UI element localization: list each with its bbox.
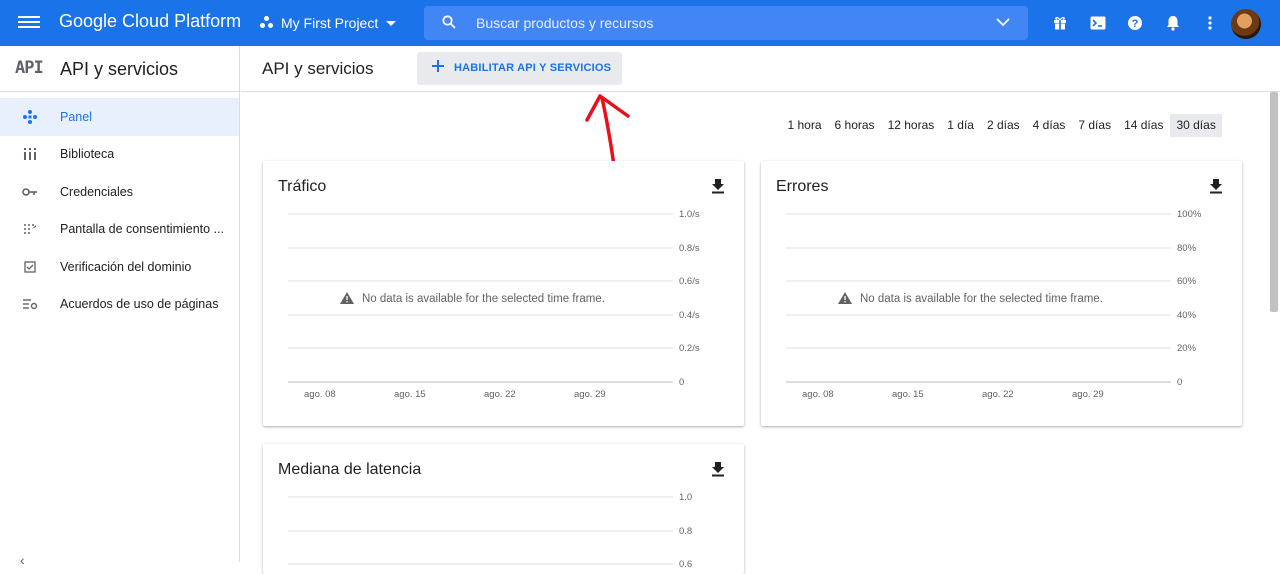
- sidebar-item-panel[interactable]: Panel: [0, 98, 239, 136]
- y-tick-label: 100%: [1177, 209, 1202, 220]
- search-input[interactable]: [476, 13, 976, 33]
- caret-down-icon: [386, 20, 397, 26]
- y-tick-label: 1.0: [679, 492, 692, 503]
- y-tick-label: 0: [1177, 377, 1182, 388]
- traffic-chart: 1.0/s 0.8/s 0.6/s 0.4/s 0.2/s 0 ago. 08 …: [288, 209, 700, 400]
- y-tick-label: 20%: [1177, 343, 1197, 354]
- chevron-down-icon[interactable]: [996, 17, 1010, 27]
- errors-chart: 100% 80% 60% 40% 20% 0 ago. 08 ago. 15 a…: [786, 209, 1202, 400]
- grid-lines: [288, 496, 673, 565]
- range-4-dias[interactable]: 4 días: [1026, 114, 1072, 137]
- range-2-dias[interactable]: 2 días: [980, 114, 1026, 137]
- help-icon[interactable]: ?: [1123, 11, 1147, 35]
- sidebar-item-label: Acuerdos de uso de páginas: [60, 297, 219, 312]
- y-tick-label: 80%: [1177, 243, 1197, 254]
- y-tick-label: 0.8: [679, 526, 692, 537]
- range-1-hora[interactable]: 1 hora: [781, 114, 828, 137]
- gift-icon[interactable]: [1048, 11, 1072, 35]
- verify-icon: [22, 259, 38, 275]
- y-tick-label: 0.6/s: [679, 276, 700, 287]
- sidebar-item-credenciales[interactable]: Credenciales: [0, 173, 239, 211]
- range-6-horas[interactable]: 6 horas: [828, 114, 881, 137]
- range-1-dia[interactable]: 1 día: [941, 114, 981, 137]
- enable-apis-label: HABILITAR API Y SERVICIOS: [454, 62, 612, 74]
- x-tick-label: ago. 08: [802, 389, 834, 400]
- project-name: My First Project: [281, 15, 379, 31]
- key-icon: [22, 184, 38, 200]
- sidebar-item-consentimiento[interactable]: Pantalla de consentimiento ...: [0, 211, 239, 249]
- no-data-message: No data is available for the selected ti…: [860, 293, 1103, 305]
- dashboard-icon: [22, 109, 38, 125]
- sidebar-item-verificacion[interactable]: Verificación del dominio: [0, 248, 239, 286]
- y-tick-label: 1.0/s: [679, 209, 700, 220]
- x-tick-label: ago. 15: [394, 389, 426, 400]
- y-tick-label: 0.4/s: [679, 310, 700, 321]
- collapse-sidebar-icon[interactable]: ‹: [20, 552, 25, 568]
- api-logo: API: [15, 58, 44, 78]
- latency-card: Mediana de latencia 1.0 0.8 0.6: [263, 444, 744, 574]
- x-tick-label: ago. 08: [304, 389, 336, 400]
- more-vert-icon[interactable]: [1198, 11, 1222, 35]
- range-7-dias[interactable]: 7 días: [1072, 114, 1118, 137]
- sidebar-title: API y servicios: [60, 59, 179, 79]
- sidebar-nav: Panel Biblioteca Credenciales Pantalla d…: [0, 98, 239, 323]
- notifications-icon[interactable]: [1161, 11, 1185, 35]
- sidebar-item-label: Credenciales: [60, 184, 133, 199]
- top-bar: Google Cloud Platform My First Project ?: [0, 0, 1280, 46]
- no-data-message: No data is available for the selected ti…: [362, 293, 605, 305]
- y-tick-label: 0.2/s: [679, 343, 700, 354]
- main-header: API y servicios HABILITAR API Y SERVICIO…: [241, 46, 1280, 92]
- warning-icon: [838, 292, 852, 304]
- top-icon-group: ?: [1048, 11, 1236, 35]
- sidebar-item-acuerdos[interactable]: Acuerdos de uso de páginas: [0, 286, 239, 324]
- svg-text:?: ?: [1132, 18, 1139, 30]
- scrollbar[interactable]: [1270, 92, 1278, 312]
- x-tick-label: ago. 15: [892, 389, 924, 400]
- sidebar-item-label: Panel: [60, 109, 92, 124]
- x-tick-label: ago. 29: [574, 389, 606, 400]
- traffic-card: Tráfico 1.0/s 0.8/s 0.6/s 0.4/s 0.2/s 0 …: [263, 161, 744, 426]
- y-tick-label: 40%: [1177, 310, 1197, 321]
- y-tick-label: 60%: [1177, 276, 1197, 287]
- range-30-dias[interactable]: 30 días: [1169, 114, 1223, 137]
- brand-title[interactable]: Google Cloud Platform: [59, 11, 241, 32]
- avatar[interactable]: [1231, 9, 1261, 39]
- sidebar-item-biblioteca[interactable]: Biblioteca: [0, 136, 239, 174]
- project-selector[interactable]: My First Project: [260, 12, 397, 34]
- warning-icon: [340, 292, 354, 304]
- consent-icon: [22, 221, 38, 237]
- sidebar: API API y servicios Panel Biblioteca Cre…: [0, 46, 240, 568]
- range-14-dias[interactable]: 14 días: [1118, 114, 1170, 137]
- enable-apis-button[interactable]: HABILITAR API Y SERVICIOS: [417, 52, 622, 85]
- search-bar[interactable]: [424, 6, 1028, 40]
- time-range-selector: 1 hora 6 horas 12 horas 1 día 2 días 4 d…: [781, 114, 1223, 137]
- settings-list-icon: [22, 296, 38, 312]
- plus-icon: [432, 60, 444, 72]
- range-12-horas[interactable]: 12 horas: [881, 114, 941, 137]
- x-tick-label: ago. 22: [982, 389, 1014, 400]
- page-title: API y servicios: [262, 59, 374, 78]
- sidebar-item-label: Verificación del dominio: [60, 259, 192, 274]
- library-icon: [22, 146, 38, 162]
- latency-chart: 1.0 0.8 0.6: [288, 492, 692, 570]
- x-tick-label: ago. 22: [484, 389, 516, 400]
- cloud-shell-icon[interactable]: [1086, 11, 1110, 35]
- errors-card: Errores 100% 80% 60% 40% 20% 0 ago. 08 a…: [761, 161, 1242, 426]
- sidebar-item-label: Pantalla de consentimiento ...: [60, 222, 224, 237]
- project-dots-icon: [260, 16, 274, 30]
- sidebar-header: API API y servicios: [0, 46, 239, 92]
- y-tick-label: 0.8/s: [679, 243, 700, 254]
- y-tick-label: 0.6: [679, 559, 692, 570]
- x-tick-label: ago. 29: [1072, 389, 1104, 400]
- sidebar-item-label: Biblioteca: [60, 147, 115, 162]
- y-tick-label: 0: [679, 377, 684, 388]
- search-icon: [442, 15, 456, 29]
- menu-icon[interactable]: [18, 13, 40, 33]
